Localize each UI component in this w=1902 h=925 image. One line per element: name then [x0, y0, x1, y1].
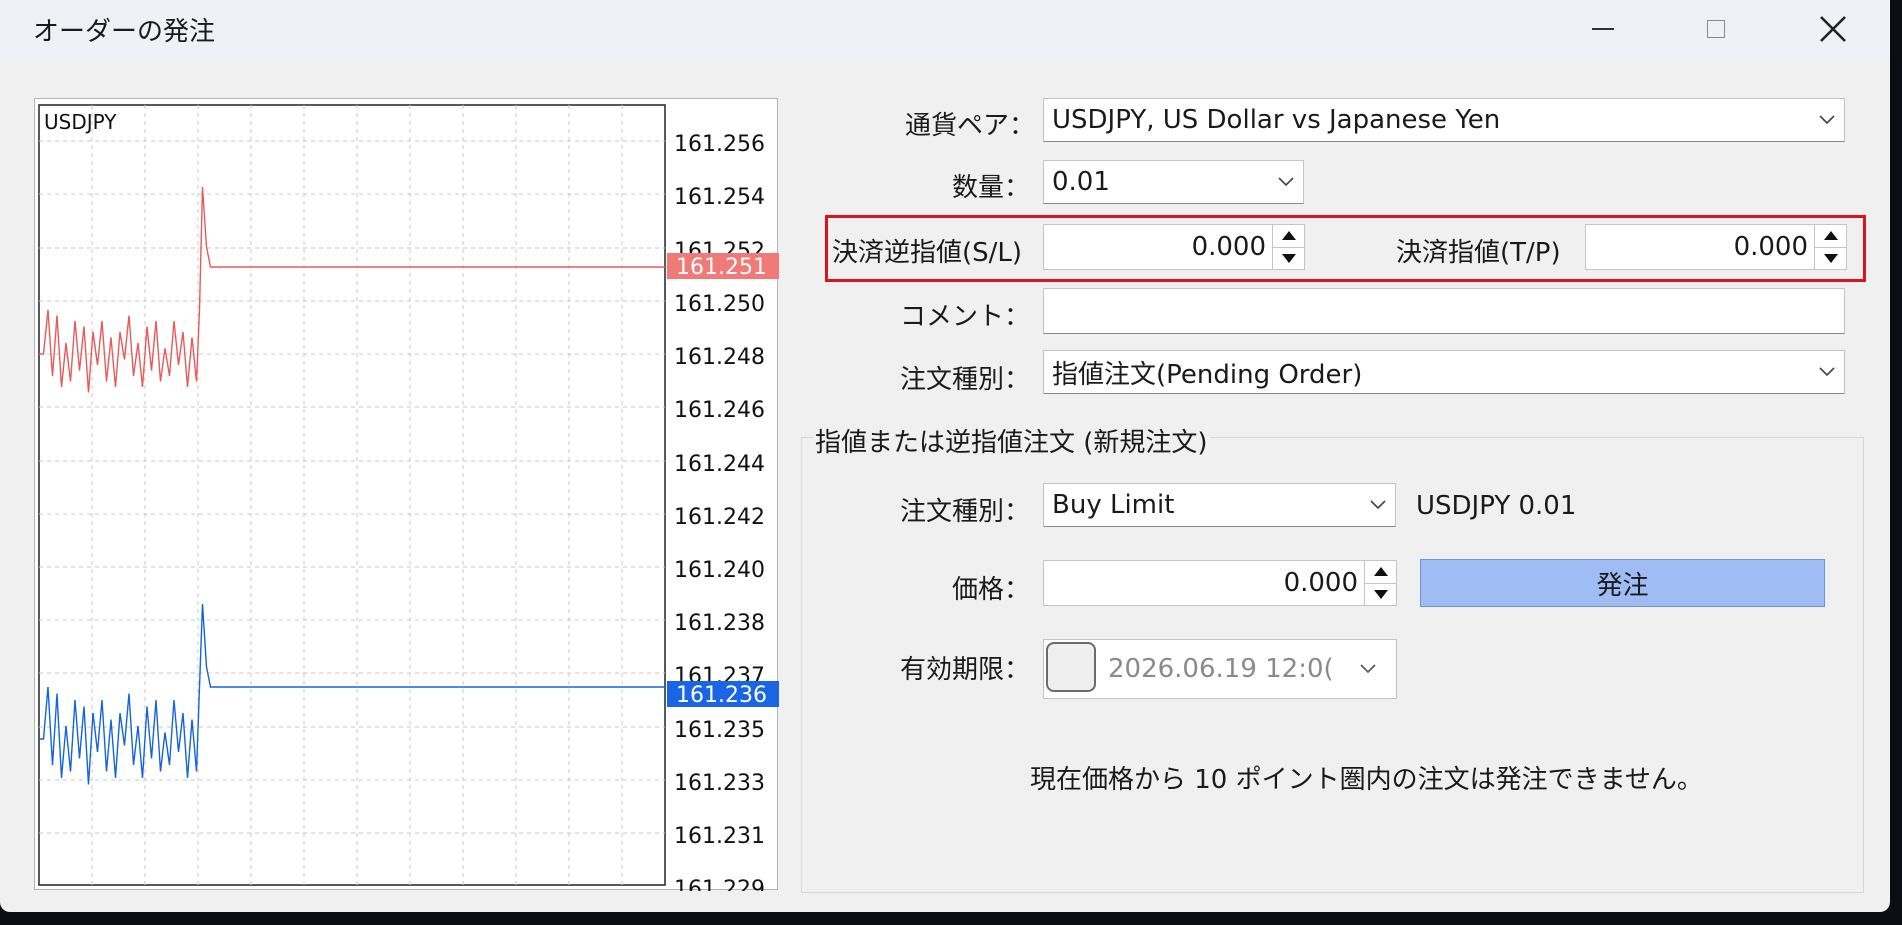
expiry-value: 2026.06.19 12:0(	[1108, 654, 1334, 684]
minimize-icon	[1592, 28, 1614, 30]
price-tick-label: 161.246	[674, 398, 765, 423]
order-summary: USDJPY 0.01	[1416, 491, 1577, 521]
tick-chart: 161.256161.254161.252161.250161.248161.2…	[38, 104, 779, 891]
chevron-down-icon	[1361, 484, 1395, 526]
pending-group-title: 指値または逆指値注文 (新規注文)	[813, 422, 1210, 459]
comment-label: コメント：	[900, 302, 1031, 332]
chart-symbol: USDJPY	[44, 110, 117, 134]
close-button[interactable]	[1805, 6, 1861, 52]
pending-type-value: Buy Limit	[1052, 490, 1175, 520]
price-tick-label: 161.256	[674, 132, 765, 157]
price-tick-label: 161.250	[674, 292, 765, 317]
bid-price-label: 161.251	[676, 255, 767, 280]
order-type-label: 注文種別：	[899, 365, 1030, 395]
expiry-checkbox[interactable]	[1046, 642, 1096, 692]
price-tick-label: 161.229	[674, 877, 765, 891]
chevron-down-icon	[1340, 640, 1396, 698]
volume-select[interactable]: 0.01	[1043, 160, 1304, 204]
maximize-icon	[1707, 20, 1725, 38]
price-tick-label: 161.235	[674, 718, 765, 743]
spin-up-icon[interactable]	[1365, 561, 1396, 584]
close-icon	[1820, 16, 1846, 42]
spin-down-icon[interactable]	[1815, 248, 1846, 270]
price-spin-buttons	[1364, 561, 1396, 605]
price-tick-label: 161.248	[674, 345, 765, 370]
chevron-down-icon	[1269, 161, 1303, 203]
comment-input[interactable]	[1043, 288, 1845, 334]
spin-down-icon[interactable]	[1273, 248, 1304, 270]
volume-value: 0.01	[1052, 167, 1110, 197]
chevron-down-icon	[1810, 351, 1844, 393]
symbol-value: USDJPY, US Dollar vs Japanese Yen	[1052, 105, 1501, 135]
plot-area	[38, 104, 666, 886]
price-tick-label: 161.254	[674, 185, 765, 210]
expiry-datetime[interactable]: 2026.06.19 12:0(	[1043, 639, 1397, 699]
tp-spinbox[interactable]: 0.000	[1585, 224, 1847, 270]
pending-type-select[interactable]: Buy Limit	[1043, 483, 1396, 527]
sl-spinbox[interactable]: 0.000	[1043, 224, 1305, 270]
tp-label: 決済指値(T/P)	[1396, 238, 1561, 268]
price-value: 0.000	[1283, 568, 1358, 598]
price-tick-label: 161.242	[674, 505, 765, 530]
volume-label: 数量：	[951, 173, 1030, 203]
price-tick-label: 161.231	[674, 824, 765, 849]
price-tick-label: 161.238	[674, 611, 765, 636]
spin-down-icon[interactable]	[1365, 584, 1396, 606]
maximize-button[interactable]	[1688, 6, 1744, 52]
sl-value: 0.000	[1191, 232, 1266, 262]
price-tick-label: 161.240	[674, 558, 765, 583]
tp-spin-buttons	[1814, 225, 1846, 269]
order-type-value: 指値注文(Pending Order)	[1052, 359, 1363, 390]
window-title: オーダーの発注	[33, 17, 216, 47]
minimize-button[interactable]	[1575, 6, 1631, 52]
price-chart: 161.256 161.254 161.252 161.250 161.248 161.2…	[34, 98, 779, 891]
pending-type-label: 注文種別：	[899, 497, 1030, 527]
sl-label: 決済逆指値(S/L)	[832, 238, 1023, 268]
expiry-label: 有効期限：	[899, 655, 1030, 685]
title-bar: オーダーの発注	[0, 0, 1890, 62]
spin-up-icon[interactable]	[1273, 225, 1304, 248]
spin-up-icon[interactable]	[1815, 225, 1846, 248]
symbol-select[interactable]: USDJPY, US Dollar vs Japanese Yen	[1043, 98, 1845, 142]
sl-spin-buttons	[1272, 225, 1304, 269]
order-type-select[interactable]: 指値注文(Pending Order)	[1043, 350, 1845, 394]
price-tick-label: 161.244	[674, 452, 765, 477]
price-label: 価格：	[951, 575, 1030, 605]
distance-notice: 現在価格から 10 ポイント圏内の注文は発注できません。	[1030, 765, 1703, 795]
symbol-label: 通貨ペア：	[905, 111, 1036, 141]
order-dialog: オーダーの発注 161.256 161.254 161.252 161.250 161.…	[0, 0, 1890, 912]
tp-value: 0.000	[1733, 232, 1808, 262]
price-spinbox[interactable]: 0.000	[1043, 560, 1397, 606]
place-order-button[interactable]: 発注	[1420, 559, 1825, 607]
ask-price-label: 161.236	[676, 683, 767, 708]
chevron-down-icon	[1810, 99, 1844, 141]
price-tick-label: 161.233	[674, 771, 765, 796]
